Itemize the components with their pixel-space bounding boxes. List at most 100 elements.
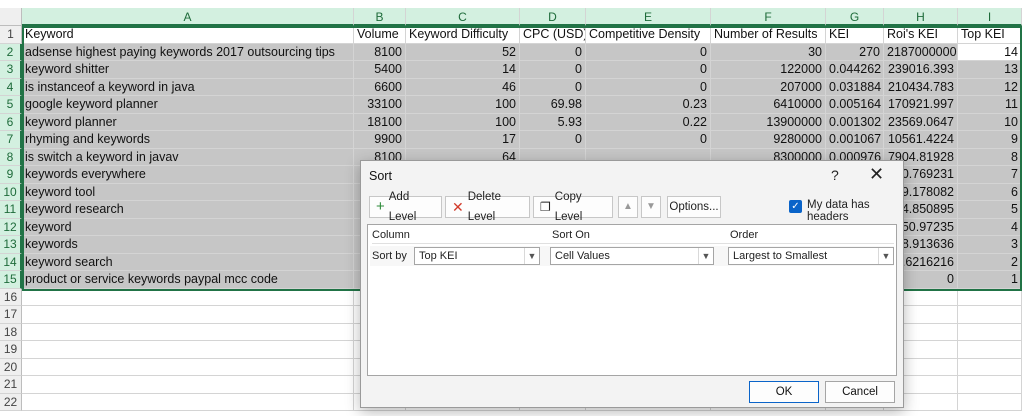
- table-cell[interactable]: 0: [520, 78, 586, 96]
- row-header-8[interactable]: 8: [0, 148, 22, 166]
- row-header-13[interactable]: 13: [0, 236, 22, 254]
- table-cell[interactable]: 0: [586, 43, 711, 61]
- table-cell[interactable]: keyword shitter: [22, 61, 354, 79]
- table-cell[interactable]: 0.23: [586, 96, 711, 114]
- table-cell[interactable]: 3: [958, 236, 1022, 254]
- table-cell[interactable]: keyword: [22, 218, 354, 236]
- header-cell-keyword-difficulty[interactable]: Keyword Difficulty: [406, 26, 520, 44]
- row-header-15[interactable]: 15: [0, 271, 22, 289]
- table-cell[interactable]: 13: [958, 61, 1022, 79]
- row-header-9[interactable]: 9: [0, 166, 22, 184]
- sort-by-select[interactable]: Top KEI ▼: [414, 247, 540, 265]
- table-cell[interactable]: 17: [406, 131, 520, 149]
- table-cell[interactable]: 7: [958, 166, 1022, 184]
- empty-cell[interactable]: [22, 358, 354, 376]
- table-cell[interactable]: 0.044262: [826, 61, 884, 79]
- order-select[interactable]: Largest to Smallest ▼: [728, 247, 894, 265]
- table-cell[interactable]: 23569.0647: [884, 113, 958, 131]
- column-header-g[interactable]: G: [826, 8, 884, 26]
- table-cell[interactable]: keyword tool: [22, 183, 354, 201]
- table-cell[interactable]: 8100: [354, 43, 406, 61]
- table-cell[interactable]: 6: [958, 183, 1022, 201]
- table-cell[interactable]: 207000: [711, 78, 826, 96]
- table-cell[interactable]: 0: [586, 78, 711, 96]
- table-cell[interactable]: 6410000: [711, 96, 826, 114]
- column-header-f[interactable]: F: [711, 8, 826, 26]
- table-cell[interactable]: 0: [520, 61, 586, 79]
- table-cell[interactable]: 170921.997: [884, 96, 958, 114]
- row-header-7[interactable]: 7: [0, 131, 22, 149]
- header-cell-volume[interactable]: Volume: [354, 26, 406, 44]
- row-header-5[interactable]: 5: [0, 96, 22, 114]
- table-cell[interactable]: keywords: [22, 236, 354, 254]
- table-cell[interactable]: 14: [958, 43, 1022, 61]
- move-down-button[interactable]: ▼: [641, 196, 661, 218]
- sort-on-select[interactable]: Cell Values ▼: [550, 247, 714, 265]
- table-cell[interactable]: 18100: [354, 113, 406, 131]
- row-header-16[interactable]: 16: [0, 288, 22, 306]
- row-header-4[interactable]: 4: [0, 78, 22, 96]
- table-cell[interactable]: 0.031884: [826, 78, 884, 96]
- table-cell[interactable]: 14: [406, 61, 520, 79]
- table-cell[interactable]: 13900000: [711, 113, 826, 131]
- empty-cell[interactable]: [22, 376, 354, 394]
- table-cell[interactable]: 5.93: [520, 113, 586, 131]
- table-cell[interactable]: is instanceof a keyword in java: [22, 78, 354, 96]
- table-cell[interactable]: 5400: [354, 61, 406, 79]
- empty-cell[interactable]: [958, 288, 1022, 306]
- table-cell[interactable]: 0.005164: [826, 96, 884, 114]
- header-cell-competitive-density[interactable]: Competitive Density: [586, 26, 711, 44]
- delete-level-button[interactable]: ✕ Delete Level: [445, 191, 530, 223]
- row-header-1[interactable]: 1: [0, 26, 22, 44]
- empty-cell[interactable]: [958, 393, 1022, 411]
- column-header-d[interactable]: D: [520, 8, 586, 26]
- empty-cell[interactable]: [958, 358, 1022, 376]
- table-cell[interactable]: 9900: [354, 131, 406, 149]
- header-cell-kei[interactable]: KEI: [826, 26, 884, 44]
- column-header-e[interactable]: E: [586, 8, 711, 26]
- table-cell[interactable]: is switch a keyword in javav: [22, 148, 354, 166]
- table-cell[interactable]: 2: [958, 253, 1022, 271]
- table-cell[interactable]: 0.001302: [826, 113, 884, 131]
- cancel-button[interactable]: Cancel: [825, 381, 895, 403]
- table-cell[interactable]: 46: [406, 78, 520, 96]
- copy-level-button[interactable]: ❐ Copy Level: [533, 191, 613, 223]
- table-cell[interactable]: 52: [406, 43, 520, 61]
- row-header-14[interactable]: 14: [0, 253, 22, 271]
- row-header-3[interactable]: 3: [0, 61, 22, 79]
- table-cell[interactable]: 0: [586, 61, 711, 79]
- table-cell[interactable]: google keyword planner: [22, 96, 354, 114]
- table-cell[interactable]: keyword research: [22, 201, 354, 219]
- headers-checkbox[interactable]: ✓: [789, 200, 802, 213]
- header-cell-number-of-results[interactable]: Number of Results: [711, 26, 826, 44]
- table-cell[interactable]: 6600: [354, 78, 406, 96]
- table-cell[interactable]: 9280000: [711, 131, 826, 149]
- table-cell[interactable]: 2187000000: [884, 43, 958, 61]
- table-cell[interactable]: 8: [958, 148, 1022, 166]
- table-cell[interactable]: 0: [520, 131, 586, 149]
- empty-cell[interactable]: [958, 306, 1022, 324]
- column-header-i[interactable]: I: [958, 8, 1022, 26]
- table-cell[interactable]: keywords everywhere: [22, 166, 354, 184]
- table-cell[interactable]: 10561.4224: [884, 131, 958, 149]
- row-header-11[interactable]: 11: [0, 201, 22, 219]
- table-cell[interactable]: 100: [406, 113, 520, 131]
- table-cell[interactable]: 33100: [354, 96, 406, 114]
- empty-cell[interactable]: [22, 341, 354, 359]
- empty-cell[interactable]: [22, 323, 354, 341]
- table-cell[interactable]: 12: [958, 78, 1022, 96]
- table-cell[interactable]: 210434.783: [884, 78, 958, 96]
- empty-cell[interactable]: [22, 288, 354, 306]
- table-cell[interactable]: keyword search: [22, 253, 354, 271]
- empty-cell[interactable]: [958, 376, 1022, 394]
- table-cell[interactable]: 100: [406, 96, 520, 114]
- row-header-2[interactable]: 2: [0, 43, 22, 61]
- ok-button[interactable]: OK: [749, 381, 819, 403]
- select-all-corner[interactable]: [0, 8, 22, 26]
- header-cell-top-kei[interactable]: Top KEI: [958, 26, 1022, 44]
- header-cell-cpc[interactable]: CPC (USD): [520, 26, 586, 44]
- table-cell[interactable]: 11: [958, 96, 1022, 114]
- row-header-22[interactable]: 22: [0, 393, 22, 411]
- add-level-button[interactable]: + Add Level: [369, 191, 442, 223]
- table-cell[interactable]: 0.001067: [826, 131, 884, 149]
